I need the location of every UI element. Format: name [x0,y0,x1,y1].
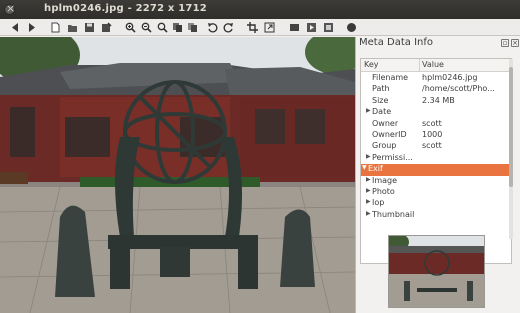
gallery-icon[interactable] [322,21,335,34]
meta-data-panel: Meta Data Info ▫ × Key Value Filename hpl… [355,37,520,313]
paste-icon[interactable] [186,21,199,34]
thumbnail-preview [388,235,485,308]
title-bar: hplm0246.jpg - 2272 x 1712 [0,0,520,19]
tree-header: Key Value [361,59,511,72]
tree-row[interactable]: ▶ Iop [361,198,511,209]
row-value: hplm0246.jpg [422,73,478,82]
panel-title: Meta Data Info [359,37,433,48]
thumbnail-image [389,236,484,307]
row-key: Permissi... [372,152,413,162]
expand-arrow-icon[interactable]: ▶ [366,187,371,194]
column-separator[interactable] [419,59,420,72]
tree-row[interactable]: ▶ Permissi... [361,152,511,164]
expand-arrow-icon[interactable]: ▶ [366,107,371,114]
expand-arrow-icon[interactable]: ▶ [366,210,371,217]
exit-icon[interactable] [345,21,358,34]
row-key: OwnerID [372,130,407,139]
tree-row[interactable]: ▶ Date [361,107,511,118]
row-value: scott [422,141,442,151]
close-window-button[interactable] [4,2,15,15]
tree-row[interactable]: Size 2.34 MB [361,95,511,107]
fullscreen-icon[interactable] [288,21,301,34]
tree-row[interactable]: ▶ Photo [361,187,511,198]
image-view[interactable] [0,37,355,313]
toolbar [0,19,520,36]
row-key: Path [372,84,390,94]
back-icon[interactable] [9,21,22,34]
row-key: Exif [368,164,383,174]
tree-row[interactable]: ▼ Exif [361,164,511,176]
forward-icon[interactable] [25,21,38,34]
open-icon[interactable] [49,21,62,34]
scrollbar-thumb[interactable] [509,67,513,187]
tree-scrollbar[interactable] [509,59,513,239]
resize-icon[interactable] [263,21,276,34]
tree-row[interactable]: Path/home/scott/Pho... [361,84,511,95]
collapse-arrow-icon[interactable]: ▼ [362,164,367,171]
open-folder-icon[interactable] [66,21,79,34]
expand-arrow-icon[interactable]: ▶ [366,198,371,205]
tree-row[interactable]: Filename hplm0246.jpg [361,73,511,84]
slideshow-icon[interactable] [305,21,318,34]
close-panel-button[interactable]: × [511,39,519,47]
metadata-tree[interactable]: Key Value Filename hplm0246.jpg Path/home/… [360,58,512,264]
save-as-icon[interactable] [100,21,113,34]
tree-row[interactable]: ▶ Image [361,175,511,187]
float-panel-button[interactable]: ▫ [501,39,509,47]
expand-arrow-icon[interactable]: ▶ [366,176,371,183]
value-column-header[interactable]: Value [422,60,444,69]
tree-row[interactable]: Group scott [361,141,511,152]
copy-icon[interactable] [171,21,184,34]
zoom-out-icon[interactable] [140,21,153,34]
row-key: Iop [372,198,385,208]
tree-row[interactable]: Owner scott [361,118,511,130]
row-value: scott [422,118,442,128]
rotate-right-icon[interactable] [222,21,235,34]
tree-row[interactable]: OwnerID 1000 [361,130,511,141]
window-title: hplm0246.jpg - 2272 x 1712 [44,3,207,14]
row-key: Thumbnail [372,209,415,219]
crop-icon[interactable] [246,21,259,34]
key-column-header[interactable]: Key [364,60,379,69]
row-value: 2.34 MB [422,95,455,105]
expand-arrow-icon[interactable]: ▶ [366,153,371,160]
tree-row[interactable]: ▶ Thumbnail [361,209,511,221]
row-key: Size [372,95,389,105]
row-key: Photo [372,187,395,196]
row-key: Owner [372,118,399,128]
row-value: /home/scott/Pho... [422,84,495,94]
row-value: 1000 [422,130,443,139]
save-icon[interactable] [83,21,96,34]
row-key: Date [372,107,392,117]
photo-image [0,37,355,313]
row-key: Group [372,141,397,151]
rotate-left-icon[interactable] [206,21,219,34]
row-key: Filename [372,73,409,82]
row-key: Image [372,175,398,185]
zoom-fit-icon[interactable] [156,21,169,34]
zoom-in-icon[interactable] [124,21,137,34]
